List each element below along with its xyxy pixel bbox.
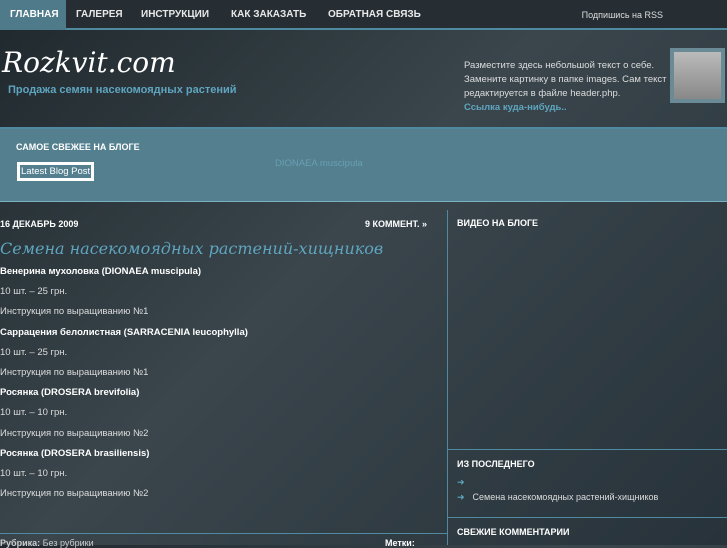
post-line: Инструкция по выращиванию №2 [0, 428, 248, 448]
about-text: Разместите здесь небольшой текст о себе.… [464, 59, 669, 115]
comments-link[interactable]: 9 КОММЕНТ. » [365, 219, 427, 229]
post-line: 10 шт. – 10 грн. [0, 407, 248, 427]
post-line: Саррацения белолистная (SARRACENIA leuco… [0, 327, 248, 347]
post-line-text: 10 шт. – 25 грн. [0, 346, 68, 358]
post-line: Инструкция по выращиванию №1 [0, 367, 248, 387]
post-line: Инструкция по выращиванию №2 [0, 488, 248, 508]
featured-link[interactable]: DIONAEA muscipula [275, 158, 363, 169]
post-line-text: 10 шт. – 10 грн. [0, 407, 68, 419]
site-logo[interactable]: Rozkvit.com [2, 46, 176, 79]
recent-item[interactable]: ➜ [457, 477, 473, 488]
post-line: 10 шт. – 25 грн. [0, 286, 248, 306]
tagline: Продажа семян насекомоядных растений [8, 84, 237, 96]
post-line: Инструкция по выращиванию №1 [0, 306, 248, 326]
post-line-text: Росянка (DROSERA brasiliensis) [0, 447, 150, 459]
post-date: 16 ДЕКАБРЬ 2009 [0, 219, 79, 229]
top-nav: ГЛАВНАЯ ГАЛЕРЕЯ ИНСТРУКЦИИ КАК ЗАКАЗАТЬ … [0, 0, 727, 30]
nav-feedback[interactable]: ОБРАТНАЯ СВЯЗЬ [318, 0, 431, 30]
post-line: 10 шт. – 10 грн. [0, 468, 248, 488]
tags-label: Метки: [385, 538, 415, 548]
featured-title: САМОЕ СВЕЖЕЕ НА БЛОГЕ [16, 142, 140, 152]
post-line-text: Инструкция по выращиванию №2 [0, 427, 149, 439]
post-line-text: Инструкция по выращиванию №1 [0, 306, 149, 318]
avatar [670, 48, 725, 103]
divider [0, 533, 447, 534]
sidebar-divider [447, 210, 448, 545]
post-line: Росянка (DROSERA brevifolia) [0, 387, 248, 407]
post-line: Венерина мухоловка (DIONAEA muscipula) [0, 266, 248, 286]
latest-post-button[interactable]: Latest Blog Post [17, 162, 95, 181]
video-heading: ВИДЕО НА БЛОГЕ [457, 218, 539, 228]
about-body: Разместите здесь небольшой текст о себе.… [464, 60, 667, 99]
featured-band: САМОЕ СВЕЖЕЕ НА БЛОГЕ Latest Blog Post D… [0, 127, 727, 202]
header: Rozkvit.com Продажа семян насекомоядных … [0, 32, 727, 127]
post-line-text: 10 шт. – 25 грн. [0, 286, 68, 298]
nav-home[interactable]: ГЛАВНАЯ [0, 0, 66, 30]
recent-item-label: Семена насекомоядных растений-хищников [472, 492, 659, 502]
post-line-text: 10 шт. – 10 грн. [0, 467, 68, 479]
post-line: Росянка (DROSERA brasiliensis) [0, 448, 248, 468]
post-line-text: Росянка (DROSERA brevifolia) [0, 387, 140, 399]
post-line-text: Инструкция по выращиванию №1 [0, 366, 149, 378]
comments-heading: СВЕЖИЕ КОММЕНТАРИИ [457, 527, 570, 537]
avatar-image [674, 52, 721, 99]
arrow-icon: ➜ [457, 492, 465, 502]
category-label: Рубрика: [0, 538, 41, 548]
arrow-icon: ➜ [457, 477, 465, 487]
post-category: Рубрика: Без рубрики [0, 538, 94, 548]
category-link[interactable]: Без рубрики [43, 538, 94, 548]
rss-link[interactable]: Подпишись на RSS [582, 0, 663, 30]
post-line-text: Инструкция по выращиванию №2 [0, 488, 149, 500]
divider [448, 517, 727, 518]
recent-heading: ИЗ ПОСЛЕДНЕГО [457, 459, 535, 469]
post-line-text: Венерина мухоловка (DIONAEA muscipula) [0, 266, 202, 277]
post-line-text: Саррацения белолистная (SARRACENIA leuco… [0, 326, 248, 338]
recent-item[interactable]: ➜ Семена насекомоядных растений-хищников [457, 492, 658, 503]
about-link[interactable]: Ссылка куда-нибудь.. [464, 102, 567, 113]
nav-gallery[interactable]: ГАЛЕРЕЯ [66, 0, 133, 30]
post-body: Венерина мухоловка (DIONAEA muscipula) 10… [0, 266, 248, 508]
nav-instructions[interactable]: ИНСТРУКЦИИ [131, 0, 219, 30]
post-title[interactable]: Семена насекомоядных растений-хищников [0, 239, 383, 258]
post-line: 10 шт. – 25 грн. [0, 347, 248, 367]
divider [448, 449, 727, 450]
nav-how-to-order[interactable]: КАК ЗАКАЗАТЬ [221, 0, 316, 30]
